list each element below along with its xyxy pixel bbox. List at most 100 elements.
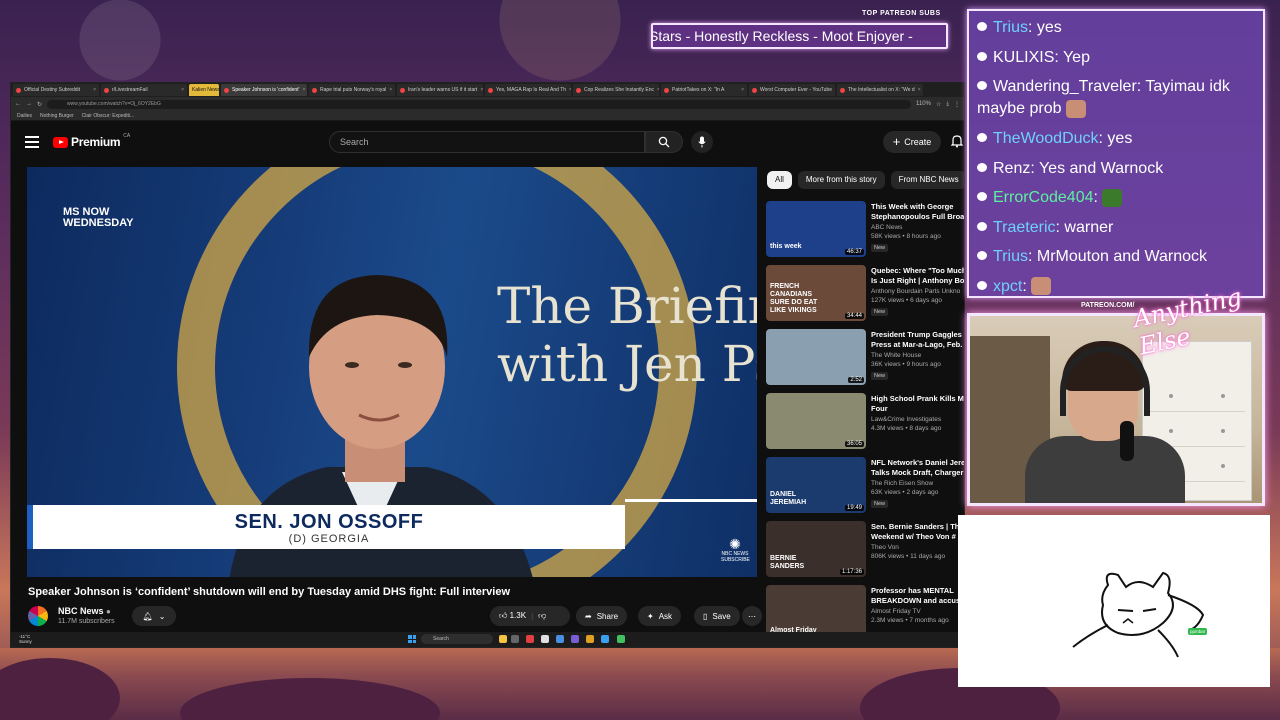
bookmark-item[interactable]: Nothing Burger <box>40 113 74 119</box>
chat-username[interactable]: Renz <box>993 160 1030 177</box>
recommended-channel[interactable]: ABC News <box>871 224 902 231</box>
browser-tab[interactable]: Worst Computer Ever - YouTube× <box>749 84 835 96</box>
windows-start-icon[interactable] <box>408 635 416 643</box>
bookmark-star-icon[interactable]: ☆ <box>936 101 941 108</box>
tab-close-icon[interactable]: × <box>480 87 483 93</box>
dislike-button[interactable]: 👎︎ <box>538 611 546 621</box>
save-button[interactable]: ▯ Save <box>694 606 740 626</box>
channel-avatar[interactable] <box>28 606 48 626</box>
bookmark-item[interactable]: Clair Obscur: Expediti... <box>82 113 135 119</box>
share-button[interactable]: ➦ Share <box>576 606 628 626</box>
video-thumbnail[interactable]: BERNIE SANDERS 1:17:36 <box>766 521 866 577</box>
recommended-channel[interactable]: The White House <box>871 352 921 359</box>
recommended-video[interactable]: BERNIE SANDERS 1:17:36 Sen. Bernie Sanders… <box>766 521 964 581</box>
recommended-title[interactable]: NFL Network's Daniel Jere Talks Mock Draf… <box>871 458 964 478</box>
tab-close-icon[interactable]: × <box>741 87 744 93</box>
video-thumbnail[interactable]: FRENCH CANADIANS SURE DO EAT LIKE VIKING… <box>766 265 866 321</box>
recommended-video[interactable]: 2:52 President Trump Gaggles Press at Mar-… <box>766 329 964 389</box>
bell-icon: 🔔︎ <box>142 611 153 621</box>
chrome-icon[interactable] <box>601 635 609 643</box>
app-icon-white[interactable] <box>541 635 549 643</box>
tab-close-icon[interactable]: × <box>181 87 184 93</box>
recommended-channel[interactable]: Anthony Bourdain Parts Unkno <box>871 288 960 295</box>
reload-icon[interactable]: ↻ <box>37 101 42 108</box>
taskview-icon[interactable] <box>511 635 519 643</box>
tab-close-icon[interactable]: × <box>303 87 306 93</box>
app-icon-red[interactable] <box>526 635 534 643</box>
taskbar-search[interactable]: Search <box>421 634 493 644</box>
browser-tab[interactable]: Official Destiny Subreddit × <box>13 84 99 96</box>
browser-tab[interactable]: Speaker Johnson is 'confident' × <box>221 84 307 96</box>
back-icon[interactable]: ← <box>15 101 21 107</box>
create-button[interactable]: + Create <box>883 131 941 153</box>
recommended-channel[interactable]: Law&Crime Investigates <box>871 416 941 423</box>
chat-username[interactable]: Trius <box>993 19 1028 36</box>
search-button[interactable] <box>645 131 683 153</box>
file-explorer-icon[interactable] <box>499 635 507 643</box>
app-icon-green[interactable] <box>617 635 625 643</box>
more-actions-button[interactable]: ⋯ <box>742 606 762 626</box>
recommended-title[interactable]: High School Prank Kills M Four <box>871 394 964 414</box>
recommended-video[interactable]: 36:05 High School Prank Kills M Four Law&Cr… <box>766 393 964 453</box>
weather-widget[interactable]: -11°C Sunny <box>19 634 32 644</box>
browser-tab[interactable]: Yes, MAGA Rap Is Real And Th× <box>485 84 571 96</box>
recommended-video[interactable]: DANIEL JEREMIAH 19:49 NFL Network's Daniel… <box>766 457 964 517</box>
video-thumbnail[interactable]: 2:52 <box>766 329 866 385</box>
tab-close-icon[interactable]: × <box>569 87 571 93</box>
filter-chip[interactable]: From NBC News <box>890 171 964 189</box>
tab-close-icon[interactable]: × <box>918 87 921 93</box>
notifications-bell-icon[interactable] <box>951 134 963 148</box>
recommended-channel[interactable]: Theo Von <box>871 544 899 551</box>
video-thumbnail[interactable]: this week 46:37 <box>766 201 866 257</box>
tab-close-icon[interactable]: × <box>93 87 96 93</box>
chat-username[interactable]: xpct <box>993 278 1022 295</box>
video-player[interactable]: The Briefing with Jen Psa MS NOW WEDNESD… <box>27 167 757 577</box>
browser-tab[interactable]: r/LivestreamFail × <box>101 84 187 96</box>
recommended-video[interactable]: this week 46:37 This Week with George Steph… <box>766 201 964 261</box>
browser-tab[interactable]: PatriotTakes on X: "In A × <box>661 84 747 96</box>
chat-username[interactable]: Traeteric <box>993 219 1056 236</box>
voice-search-button[interactable] <box>691 131 713 153</box>
video-thumbnail[interactable]: 36:05 <box>766 393 866 449</box>
browser-tab[interactable]: Cop Realizes She Instantly Enc× <box>573 84 659 96</box>
tab-close-icon[interactable]: × <box>657 87 659 93</box>
chat-username[interactable]: Wandering_Traveler <box>993 78 1137 95</box>
search-input[interactable]: Search <box>329 131 645 153</box>
chat-username[interactable]: TheWoodDuck <box>993 130 1099 147</box>
like-button[interactable]: 👍︎ 1.3K <box>499 611 526 621</box>
browser-tab[interactable]: Rape trial puts Norway's royal × <box>309 84 395 96</box>
tab-close-icon[interactable]: × <box>389 87 392 93</box>
chat-username[interactable]: KULIXIS <box>993 49 1054 66</box>
video-thumbnail[interactable]: DANIEL JEREMIAH 19:49 <box>766 457 866 513</box>
hamburger-menu-icon[interactable] <box>25 136 39 148</box>
extensions-icon[interactable]: ⋮ <box>954 101 960 108</box>
recommended-title[interactable]: President Trump Gaggles Press at Mar-a-La… <box>871 330 964 350</box>
browser-tab[interactable]: Iran's leader warns US if it start × <box>397 84 483 96</box>
filter-chip[interactable]: More from this story <box>797 171 885 189</box>
subscribed-button[interactable]: 🔔︎ ⌄ <box>132 606 176 626</box>
chat-username[interactable]: Trius <box>993 248 1028 265</box>
youtube-logo[interactable]: Premium CA <box>53 133 130 149</box>
recommended-title[interactable]: Sen. Bernie Sanders | Th Weekend w/ Theo … <box>871 522 964 542</box>
browser-tab[interactable]: Kalien News <box>189 84 219 96</box>
forward-icon[interactable]: → <box>26 101 32 107</box>
address-bar: ← → ↻ www.youtube.com/watch?v=Oj_6OY2EbG… <box>11 97 964 111</box>
chat-username[interactable]: ErrorCode404 <box>993 189 1094 206</box>
app-icon-blue[interactable] <box>556 635 564 643</box>
filter-chip[interactable]: All <box>767 171 792 189</box>
recommended-title[interactable]: This Week with George Stephanopoulos Full… <box>871 202 964 222</box>
channel-name[interactable]: NBC News ● <box>58 606 111 616</box>
browser-tab[interactable]: The Intellectualist on X: "We d × <box>837 84 923 96</box>
ask-button[interactable]: ✦ Ask <box>638 606 682 626</box>
discord-icon[interactable] <box>571 635 579 643</box>
recommended-channel[interactable]: The Rich Eisen Show <box>871 480 933 487</box>
url-field[interactable]: www.youtube.com/watch?v=Oj_6OY2EbG <box>47 99 912 109</box>
recommended-title[interactable]: Quebec: Where "Too Much Is Just Right | A… <box>871 266 964 286</box>
recommended-channel[interactable]: Almost Friday TV <box>871 608 921 615</box>
download-icon[interactable]: ⤓ <box>946 101 949 108</box>
recommended-video[interactable]: FRENCH CANADIANS SURE DO EAT LIKE VIKING… <box>766 265 964 325</box>
bookmark-item[interactable]: Dailies <box>17 113 32 119</box>
zoom-level[interactable]: 110% <box>916 101 931 107</box>
recommended-title[interactable]: Professor has MENTAL BREAKDOWN and accus <box>871 586 964 606</box>
app-icon-orange[interactable] <box>586 635 594 643</box>
